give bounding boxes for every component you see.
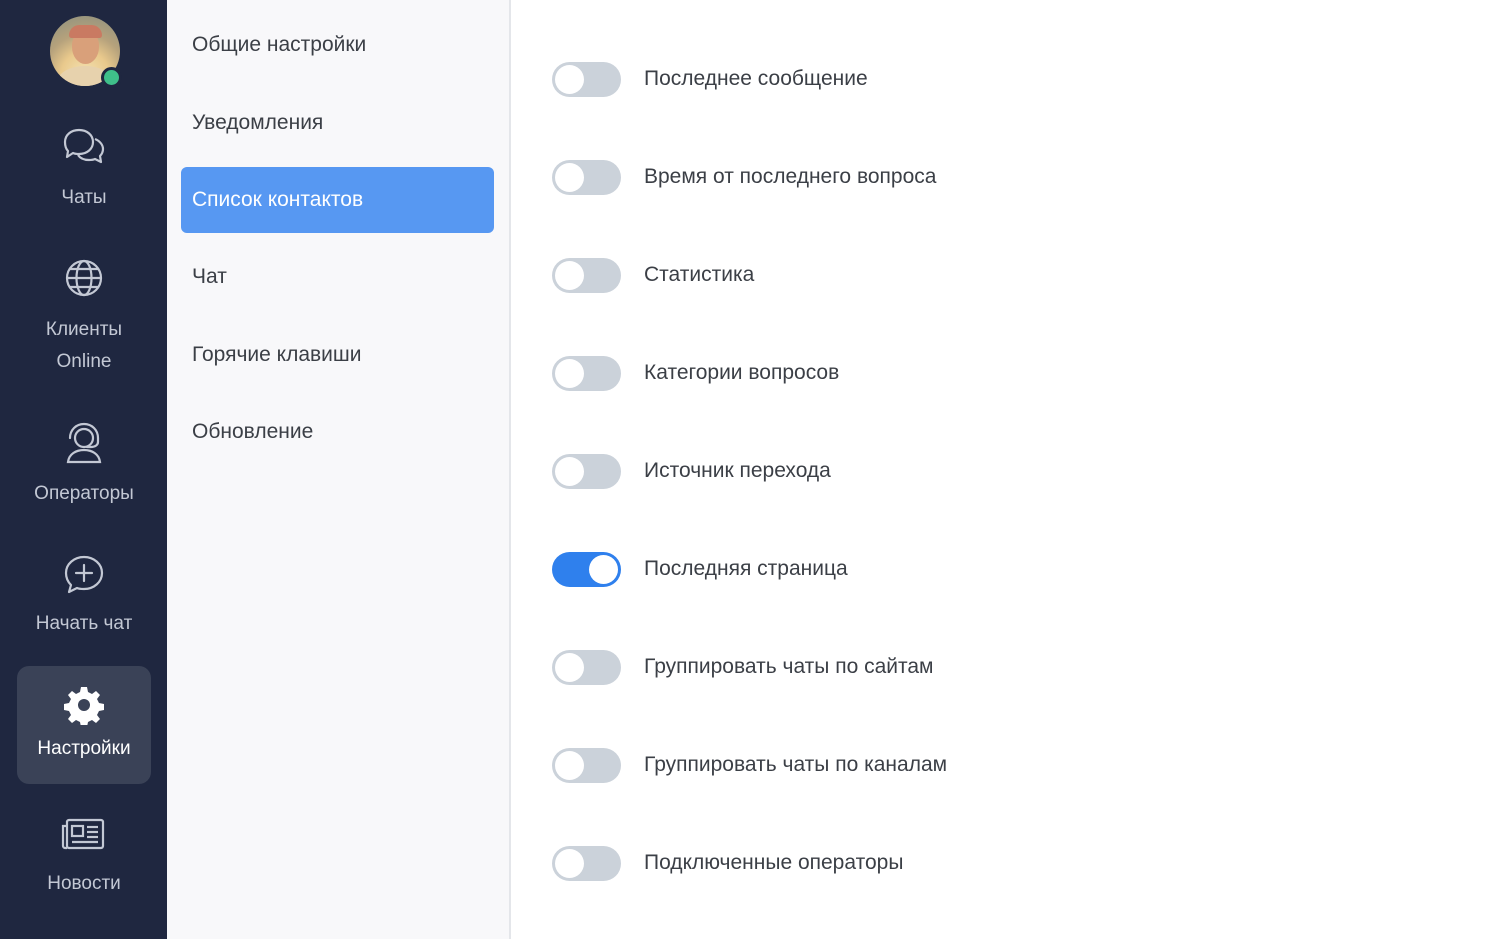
submenu-item-contact-list[interactable]: Список контактов [181,167,494,233]
toggle-knob [555,162,584,192]
toggle-knob [555,456,584,486]
toggle-switch[interactable] [552,159,621,195]
setting-row-statistics: Статистика [552,255,754,295]
setting-row-group-by-sites: Группировать чаты по сайтам [552,647,934,687]
nav-item-chats[interactable]: Чаты [17,124,151,220]
setting-row-group-by-channels: Группировать чаты по каналам [552,745,947,785]
toggle-switch[interactable] [552,61,621,97]
toggle-switch[interactable] [552,453,621,489]
setting-row-question-categories: Категории вопросов [552,353,839,393]
nav-label-news: Новости [47,873,121,894]
nav-item-online-clients[interactable]: Клиенты Online [17,256,151,386]
newspaper-icon [61,818,105,850]
toggle-switch[interactable] [552,355,621,391]
contact-list-settings-panel: Последнее сообщение Время от последнего … [511,0,1500,939]
nav-label-chats: Чаты [61,187,107,208]
submenu-item-general[interactable]: Общие настройки [181,12,494,78]
setting-label: Подключенные операторы [644,851,904,874]
nav-label-start-chat: Начать чат [35,613,133,634]
nav-item-news[interactable]: Новости [17,816,151,912]
submenu-item-chat[interactable]: Чат [181,244,494,310]
setting-row-last-page: Последняя страница [552,549,848,589]
setting-row-time-since-question: Время от последнего вопроса [552,157,936,197]
main-nav: Чаты Клиенты Online Операторы Начать чат… [0,0,167,939]
nav-label-clients-line1: Клиенты [45,319,123,340]
setting-label: Время от последнего вопроса [644,165,937,188]
online-status-indicator [101,67,122,88]
nav-item-start-chat[interactable]: Начать чат [17,552,151,648]
toggle-switch[interactable] [552,747,621,783]
settings-submenu: Общие настройки Уведомления Список конта… [167,0,511,939]
toggle-knob [589,554,618,584]
submenu-item-update[interactable]: Обновление [181,399,494,465]
setting-label: Последнее сообщение [644,67,868,90]
toggle-knob [555,750,584,780]
nav-item-settings[interactable]: Настройки [17,666,151,784]
toggle-knob [555,652,584,682]
setting-label: Группировать чаты по каналам [644,753,948,776]
submenu-item-hotkeys[interactable]: Горячие клавиши [181,322,494,388]
setting-row-connected-operators: Подключенные операторы [552,843,903,883]
toggle-switch[interactable] [552,649,621,685]
setting-row-referral-source: Источник перехода [552,451,831,491]
setting-label: Источник перехода [644,459,831,482]
toggle-switch[interactable] [552,257,621,293]
chat-bubbles-icon [63,128,105,164]
toggle-switch[interactable] [552,845,621,881]
toggle-knob [555,64,584,94]
app-window: Чаты Клиенты Online Операторы Начать чат… [0,0,1500,939]
globe-icon [65,259,103,297]
gear-icon [64,687,104,725]
setting-label: Последняя страница [644,557,848,580]
user-avatar[interactable] [50,16,122,88]
operator-headset-icon [66,422,102,464]
nav-label-clients-line2: Online [56,351,112,372]
chat-plus-icon [64,555,104,594]
setting-label: Статистика [644,263,755,286]
setting-label: Категории вопросов [644,361,840,384]
submenu-item-notifications[interactable]: Уведомления [181,90,494,156]
nav-label-settings: Настройки [37,738,131,759]
nav-item-operators[interactable]: Операторы [17,420,151,516]
setting-row-last-message: Последнее сообщение [552,59,868,99]
toggle-knob [555,260,584,290]
nav-label-operators: Операторы [34,483,134,504]
toggle-knob [555,848,584,878]
setting-label: Группировать чаты по сайтам [644,655,934,678]
toggle-switch[interactable] [552,551,621,587]
toggle-knob [555,358,584,388]
